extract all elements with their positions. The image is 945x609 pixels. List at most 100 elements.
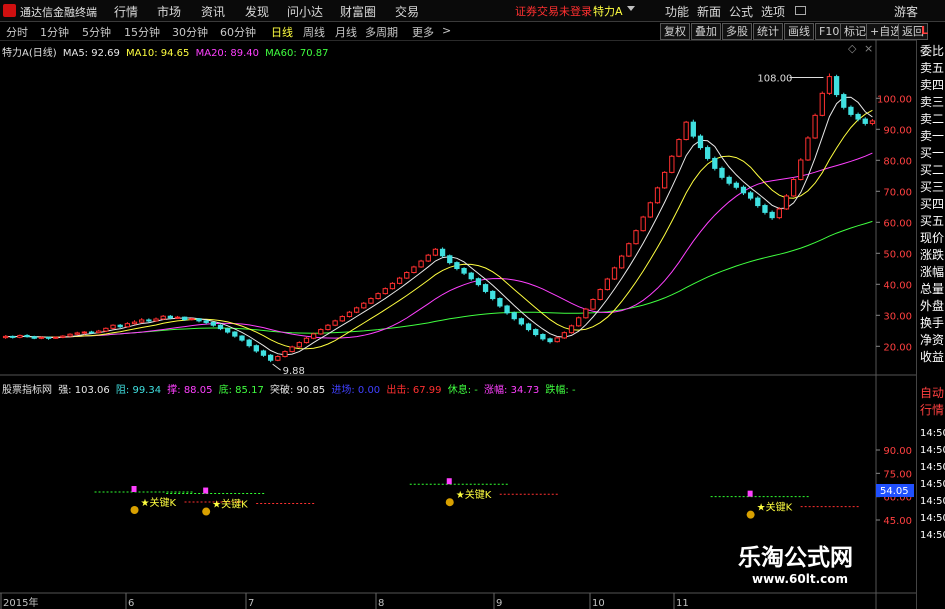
quote-panel-item-14[interactable]: 总量: [920, 281, 944, 297]
overlay-button[interactable]: 叠加: [691, 23, 721, 40]
window-icon[interactable]: [795, 6, 806, 15]
quote-panel-item-20[interactable]: 行情: [920, 402, 944, 418]
quote-panel-item-27: 14:50: [920, 530, 945, 541]
tab-weekly[interactable]: 周线: [303, 24, 325, 40]
guest-label[interactable]: 游客: [894, 3, 918, 20]
quote-panel-item-8[interactable]: 买三: [920, 179, 944, 195]
candle-body-49: [353, 307, 360, 313]
menu-ask[interactable]: 问小达: [287, 3, 323, 20]
tab-daily[interactable]: 日线: [271, 24, 293, 40]
quote-panel-item-17[interactable]: 净资: [920, 332, 944, 348]
quote-panel-item-3[interactable]: 卖三: [920, 94, 944, 110]
candle-body-2: [17, 334, 23, 338]
price-tick-label-3: 50.00: [883, 249, 912, 260]
menu-quotes[interactable]: 行情: [114, 3, 138, 20]
quote-panel-item-18[interactable]: 收益: [920, 349, 944, 365]
candle-body-67: [482, 284, 489, 292]
quote-panel-item-7[interactable]: 买二: [920, 162, 944, 178]
chart-area[interactable]: 20.00 30.00 40.00 50.00 60.00 70.00 80.00 90.00…: [0, 40, 916, 609]
menu-discover[interactable]: 发现: [245, 3, 269, 20]
candle-body-40: [289, 346, 295, 353]
signal-label-2: ★关键K: [456, 488, 492, 501]
candle-body-106: [762, 205, 768, 213]
quote-panel-item-15[interactable]: 外盘: [920, 298, 944, 314]
candle-body-27: [196, 318, 202, 322]
candle-body-97: [697, 135, 704, 149]
quote-panel-item-4[interactable]: 卖二: [920, 111, 944, 127]
restore-rights-button[interactable]: 复权: [660, 23, 690, 40]
candle-body-37: [267, 354, 274, 361]
candle-body-77: [554, 337, 560, 343]
menu-wealth[interactable]: 财富圈: [340, 3, 376, 20]
tab-5min[interactable]: 5分钟: [82, 24, 111, 40]
tab-1min[interactable]: 1分钟: [40, 24, 69, 40]
candle-body-82: [590, 298, 596, 310]
quote-panel-item-12[interactable]: 涨跌: [920, 247, 944, 263]
tab-more[interactable]: 更多: [412, 24, 434, 40]
statistics-button[interactable]: 统计: [753, 23, 783, 40]
indicator-current-value: 54.05: [880, 486, 909, 497]
candle-body-68: [490, 290, 496, 300]
candle-body-1: [10, 335, 16, 338]
candle-body-50: [361, 302, 367, 309]
menu-market[interactable]: 市场: [157, 3, 181, 20]
candle-body-38: [275, 356, 281, 361]
tab-60min[interactable]: 60分钟: [220, 24, 256, 40]
tab-monthly[interactable]: 月线: [335, 24, 357, 40]
quote-panel-item-0[interactable]: 委比: [920, 43, 944, 59]
quote-panel-item-9[interactable]: 买四: [920, 196, 944, 212]
candle-body-36: [260, 350, 267, 356]
candle-body-110: [790, 179, 797, 197]
tab-timeshare[interactable]: 分时: [6, 24, 28, 40]
menu-news[interactable]: 资讯: [201, 3, 225, 20]
menu-function[interactable]: 功能: [665, 3, 689, 20]
candle-body-73: [525, 323, 532, 331]
period-toolbar: 分时 1分钟 5分钟 15分钟 30分钟 60分钟 日线 周线 月线 多周期 更…: [0, 22, 945, 41]
tab-30min[interactable]: 30分钟: [172, 24, 208, 40]
signal-bar-2: [446, 478, 452, 485]
menu-options[interactable]: 选项: [761, 3, 785, 20]
candle-body-30: [217, 324, 224, 330]
candle-body-84: [604, 278, 611, 291]
candle-body-19: [139, 319, 145, 323]
quote-panel-item-2[interactable]: 卖四: [920, 77, 944, 93]
candle-body-101: [726, 176, 732, 184]
watermark-title: 乐淘公式网: [738, 545, 853, 571]
multi-stock-button[interactable]: 多股: [722, 23, 752, 40]
candle-body-35: [253, 345, 259, 352]
quote-panel-item-19[interactable]: 自动: [920, 385, 944, 401]
quote-panel-item-24: 14:50: [920, 479, 945, 490]
candle-body-100: [719, 167, 725, 178]
candle-body-108: [776, 208, 782, 219]
signal-bar-0: [131, 486, 137, 492]
candle-body-6: [45, 336, 52, 339]
dropdown-icon[interactable]: [627, 6, 635, 11]
candle-body-103: [740, 186, 747, 194]
candle-body-32: [232, 331, 238, 337]
quote-panel-item-1[interactable]: 卖五: [920, 60, 944, 76]
menu-trade[interactable]: 交易: [395, 3, 419, 20]
tab-multi-period[interactable]: 多周期: [365, 24, 398, 40]
candle-body-74: [533, 329, 539, 336]
menu-new-page[interactable]: 新面: [697, 3, 721, 20]
tab-15min[interactable]: 15分钟: [124, 24, 160, 40]
quote-panel-item-5[interactable]: 卖一: [920, 128, 944, 144]
candle-body-46: [332, 320, 338, 326]
menu-formula[interactable]: 公式: [729, 3, 753, 20]
price-tick-label-2: 40.00: [883, 280, 912, 291]
candle-body-51: [368, 298, 374, 304]
money-bag-icon-3: [746, 510, 755, 519]
panel-side-label: L: [921, 24, 929, 37]
candle-body-10: [74, 332, 80, 335]
candle-body-114: [819, 92, 825, 116]
price-tick-label-8: 100.00: [877, 94, 912, 105]
candle-body-78: [561, 332, 568, 339]
chevron-right-icon[interactable]: >: [442, 24, 451, 37]
quote-panel-item-16[interactable]: 换手: [920, 315, 944, 331]
quote-panel-item-11[interactable]: 现价: [920, 230, 944, 246]
quote-panel-item-13[interactable]: 涨幅: [920, 264, 944, 280]
candle-body-71: [511, 312, 517, 320]
draw-line-button[interactable]: 画线: [784, 23, 814, 40]
quote-panel-item-10[interactable]: 买五: [920, 213, 944, 229]
quote-panel-item-6[interactable]: 买一: [920, 145, 944, 161]
